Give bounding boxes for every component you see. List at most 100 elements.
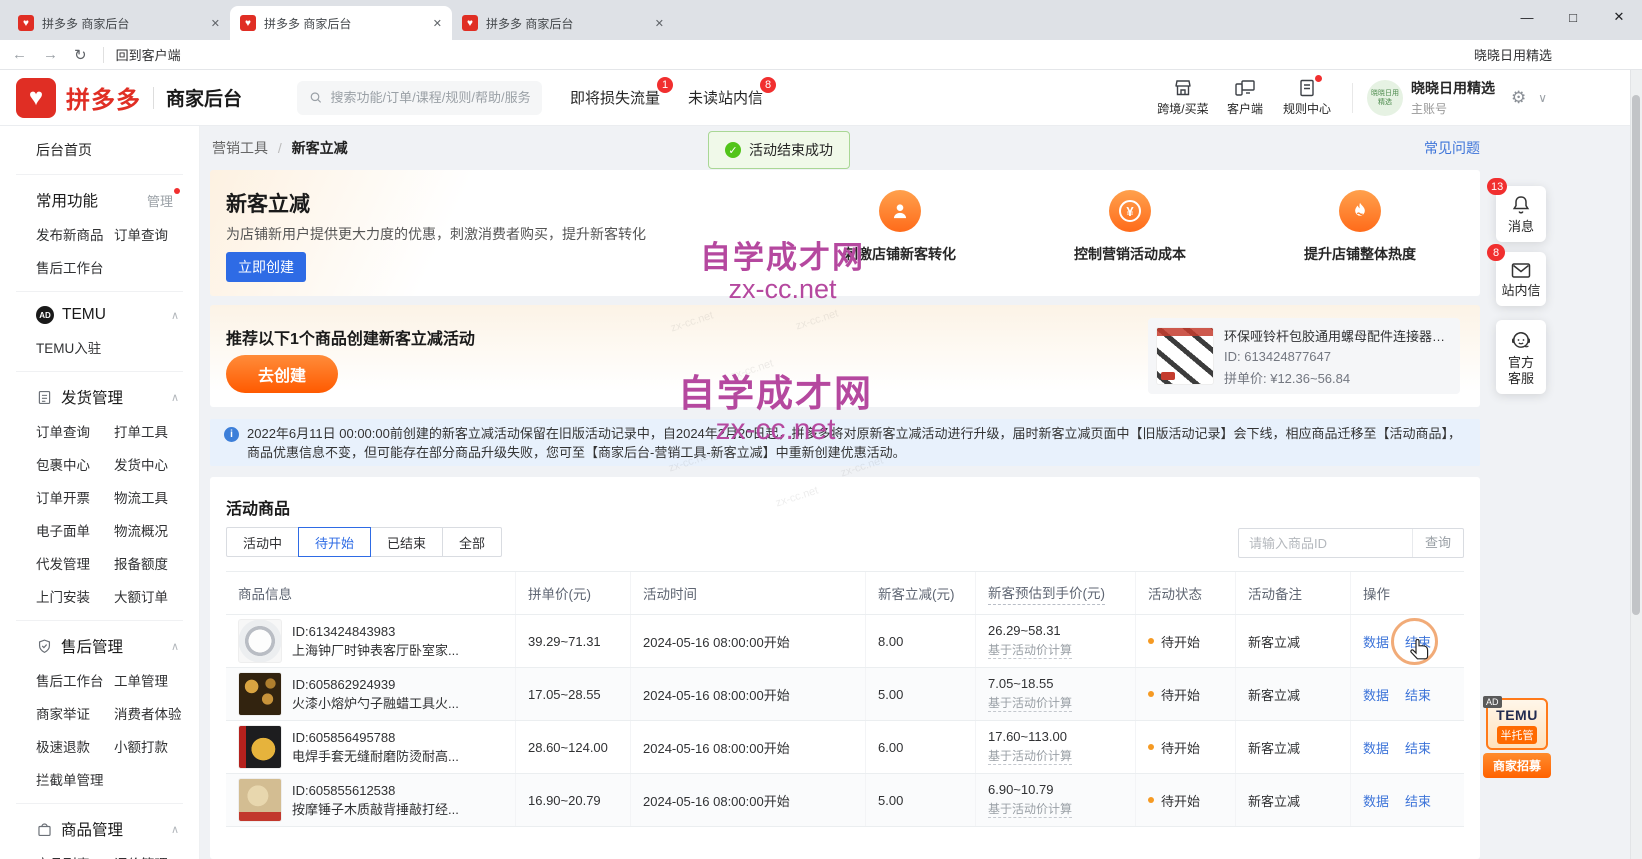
sidebar-item[interactable]: 订单开票: [36, 487, 114, 507]
unread-mail-badge: 8: [760, 77, 776, 93]
product-id-input[interactable]: [1239, 536, 1412, 551]
sidebar-item[interactable]: 报备额度: [114, 553, 199, 573]
table-row: ID:605855612538 按摩锤子木质敲背捶敲打经... 16.90~20…: [226, 774, 1464, 827]
sidebar-item[interactable]: 上门安装: [36, 586, 114, 606]
sidebar-item[interactable]: 极速退款: [36, 736, 114, 756]
client-app-link[interactable]: 客户端: [1214, 78, 1276, 117]
sidebar-item[interactable]: 工单管理: [114, 670, 199, 690]
unread-mail-link[interactable]: 未读站内信 8: [688, 87, 763, 108]
close-button[interactable]: ✕: [1596, 0, 1642, 34]
sidebar-item[interactable]: 物流工具: [114, 487, 199, 507]
tab-close-icon[interactable]: ✕: [211, 17, 220, 30]
sidebar-item[interactable]: 评价管理: [114, 853, 199, 859]
status-badge: 待开始: [1161, 791, 1200, 810]
table-header: 商品信息 拼单价(元) 活动时间 新客立减(元) 新客预估到手价(元) 活动状态…: [226, 572, 1464, 615]
maximize-button[interactable]: □: [1550, 0, 1596, 34]
pinduoduo-favicon-icon: ♥: [18, 15, 34, 31]
sidebar-item[interactable]: 订单查询: [114, 224, 199, 244]
sidebar-item[interactable]: 包裹中心: [36, 454, 114, 474]
data-link[interactable]: 数据: [1363, 632, 1389, 651]
site-mail-badge: 8: [1487, 244, 1505, 261]
reload-icon[interactable]: ↻: [74, 46, 87, 64]
status-badge: 待开始: [1161, 685, 1200, 704]
chevron-up-icon[interactable]: ∧: [171, 391, 179, 404]
data-link[interactable]: 数据: [1363, 791, 1389, 810]
sidebar-item[interactable]: 代发管理: [36, 553, 114, 573]
sidebar-item[interactable]: 商品列表: [36, 853, 114, 859]
sidebar-item[interactable]: 订单查询: [36, 421, 114, 441]
product-id-search[interactable]: 查询: [1238, 528, 1464, 558]
back-to-client-link[interactable]: 回到客户端: [116, 45, 181, 64]
official-support-float-button[interactable]: 官方客服: [1496, 320, 1546, 394]
sidebar-item[interactable]: 打单工具: [114, 421, 199, 441]
sidebar: 后台首页 常用功能 管理 发布新商品 订单查询 售后工作台 AD TEMU ∧ …: [0, 126, 200, 859]
product-thumbnail: [238, 778, 282, 822]
tab-all-activities[interactable]: 全部: [442, 527, 502, 557]
page-scrollbar-thumb[interactable]: [1632, 95, 1640, 615]
faq-link[interactable]: 常见问题: [1424, 138, 1480, 158]
global-search-input[interactable]: [331, 90, 530, 105]
site-mail-float-button[interactable]: 8 站内信: [1496, 252, 1546, 306]
sidebar-item[interactable]: 电子面单: [36, 520, 114, 540]
sidebar-divider: [16, 291, 183, 292]
end-link[interactable]: 结束: [1405, 685, 1431, 704]
sidebar-item[interactable]: 大额订单: [114, 586, 199, 606]
sidebar-group-goods[interactable]: 商品管理 ∧: [0, 818, 199, 840]
sidebar-item[interactable]: 售后工作台: [36, 257, 114, 277]
end-link[interactable]: 结束: [1405, 791, 1431, 810]
search-query-button[interactable]: 查询: [1412, 529, 1463, 557]
sidebar-item-home[interactable]: 后台首页: [0, 140, 199, 160]
pinduoduo-logo-icon: ♥: [16, 78, 56, 118]
messages-float-button[interactable]: 13 消息: [1496, 186, 1546, 242]
aftersale-items: 售后工作台 工单管理 商家举证 消费者体验 极速退款 小额打款 拦截单管理: [0, 670, 199, 789]
manage-common-link[interactable]: 管理: [147, 191, 173, 210]
sidebar-item[interactable]: 发布新商品: [36, 224, 114, 244]
end-link[interactable]: 结束: [1405, 738, 1431, 757]
minimize-button[interactable]: —: [1504, 0, 1550, 34]
data-link[interactable]: 数据: [1363, 685, 1389, 704]
feature-cost: ¥ 控制营销活动成本: [1020, 184, 1240, 264]
browser-tab-active[interactable]: ♥ 拼多多 商家后台 ✕: [230, 6, 452, 40]
tab-active-activities[interactable]: 活动中: [226, 527, 299, 557]
crossborder-link[interactable]: 跨境/买菜: [1152, 78, 1214, 117]
tab-close-icon[interactable]: ✕: [655, 17, 664, 30]
create-now-button[interactable]: 立即创建: [226, 252, 306, 282]
losing-traffic-link[interactable]: 即将损失流量 1: [570, 87, 660, 108]
sidebar-item[interactable]: TEMU入驻: [36, 337, 114, 357]
settings-gear-icon[interactable]: ⚙: [1511, 88, 1526, 108]
back-icon[interactable]: ←: [12, 46, 27, 63]
browser-tab[interactable]: ♥ 拼多多 商家后台 ✕: [452, 6, 674, 40]
data-link[interactable]: 数据: [1363, 738, 1389, 757]
sidebar-item[interactable]: 商家举证: [36, 703, 114, 723]
rules-center-link[interactable]: 规则中心: [1276, 78, 1338, 117]
tab-ended-activities[interactable]: 已结束: [370, 527, 443, 557]
breadcrumb-current: 新客立减: [292, 140, 348, 156]
sidebar-divider: [16, 620, 183, 621]
sidebar-group-aftersale[interactable]: 售后管理 ∧: [0, 635, 199, 657]
tab-title: 拼多多 商家后台: [264, 15, 425, 32]
temu-recruit-ad[interactable]: AD TEMU 半托管 商家招募: [1486, 698, 1548, 778]
sidebar-group-common: 常用功能 管理: [0, 189, 199, 211]
browser-tab[interactable]: ♥ 拼多多 商家后台 ✕: [8, 6, 230, 40]
tab-close-icon[interactable]: ✕: [433, 17, 442, 30]
product-thumbnail: [238, 619, 282, 663]
avatar[interactable]: 晓晓日用精选: [1367, 80, 1403, 116]
sidebar-group-temu[interactable]: AD TEMU ∧: [0, 306, 199, 324]
sidebar-item[interactable]: 拦截单管理: [36, 769, 114, 789]
forward-icon[interactable]: →: [43, 46, 58, 63]
tab-pending-activities[interactable]: 待开始: [298, 527, 371, 557]
sidebar-item[interactable]: 消费者体验: [114, 703, 199, 723]
chevron-up-icon[interactable]: ∧: [171, 309, 179, 322]
chevron-up-icon[interactable]: ∧: [171, 823, 179, 836]
sidebar-item[interactable]: 小额打款: [114, 736, 199, 756]
breadcrumb-parent[interactable]: 营销工具: [212, 140, 268, 156]
global-search[interactable]: [297, 81, 542, 115]
account-chevron-down-icon[interactable]: ∨: [1538, 91, 1547, 105]
go-create-button[interactable]: 去创建: [226, 355, 338, 393]
sidebar-divider: [16, 174, 183, 175]
sidebar-item[interactable]: 物流概况: [114, 520, 199, 540]
sidebar-item[interactable]: 发货中心: [114, 454, 199, 474]
chevron-up-icon[interactable]: ∧: [171, 640, 179, 653]
sidebar-group-shipping[interactable]: 发货管理 ∧: [0, 386, 199, 408]
sidebar-item[interactable]: 售后工作台: [36, 670, 114, 690]
